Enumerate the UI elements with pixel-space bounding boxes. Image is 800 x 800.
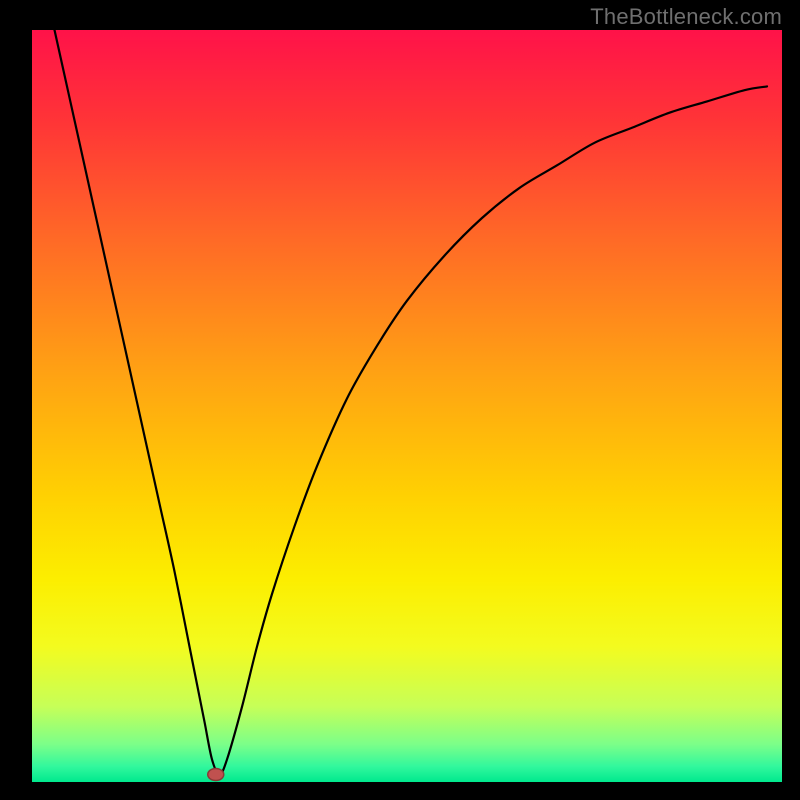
chart-frame: TheBottleneck.com: [0, 0, 800, 800]
bottleneck-marker: [208, 768, 224, 780]
bottleneck-chart: [0, 0, 800, 800]
watermark-text: TheBottleneck.com: [590, 4, 782, 30]
plot-background: [32, 30, 782, 782]
